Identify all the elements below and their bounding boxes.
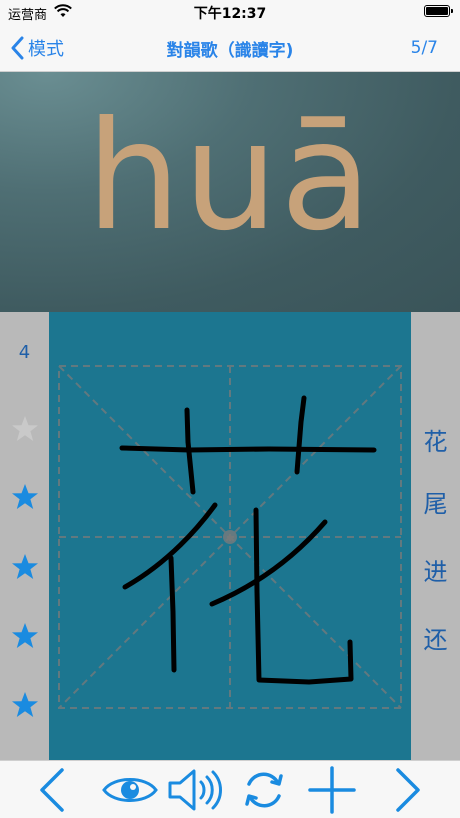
word-list-column: 花 尾 进 还 xyxy=(411,312,460,760)
pinyin-panel: huā xyxy=(0,72,460,312)
practice-grid xyxy=(58,365,402,709)
show-button[interactable] xyxy=(100,765,160,815)
speaker-icon xyxy=(168,769,222,811)
word-item[interactable]: 还 xyxy=(411,620,460,655)
star-icon-filled[interactable] xyxy=(0,482,49,516)
sound-button[interactable] xyxy=(164,765,228,815)
status-time: 下午12:37 xyxy=(193,6,267,22)
navigation-bar: 模式 對韻歌（識讀字) 5/7 xyxy=(0,24,460,72)
word-item[interactable]: 进 xyxy=(411,552,460,587)
word-item[interactable]: 花 xyxy=(411,422,460,457)
page-title: 對韻歌（識讀字) xyxy=(166,41,294,61)
previous-button[interactable] xyxy=(26,765,76,815)
star-icon-filled[interactable] xyxy=(0,690,49,724)
star-icon-filled[interactable] xyxy=(0,621,49,655)
add-button[interactable] xyxy=(304,765,360,815)
writing-board[interactable] xyxy=(49,312,411,760)
eye-icon xyxy=(102,778,158,802)
chevron-left-icon xyxy=(40,768,64,812)
status-bar: 运营商 下午12:37 xyxy=(0,0,460,24)
pinyin-text: huā xyxy=(85,90,375,264)
star-icon-empty[interactable] xyxy=(0,414,49,448)
bottom-toolbar xyxy=(0,760,460,818)
chevron-right-icon xyxy=(396,768,420,812)
battery-icon xyxy=(424,5,453,17)
refresh-icon xyxy=(245,772,283,808)
plus-icon xyxy=(308,766,356,814)
rating-column: 4 xyxy=(0,312,49,760)
star-icon-filled[interactable] xyxy=(0,552,49,586)
word-item[interactable]: 尾 xyxy=(411,484,460,519)
next-button[interactable] xyxy=(384,765,434,815)
refresh-button[interactable] xyxy=(238,765,290,815)
stroke-count: 4 xyxy=(18,342,31,363)
page-indicator: 5/7 xyxy=(410,38,438,58)
handwritten-character xyxy=(119,395,377,685)
